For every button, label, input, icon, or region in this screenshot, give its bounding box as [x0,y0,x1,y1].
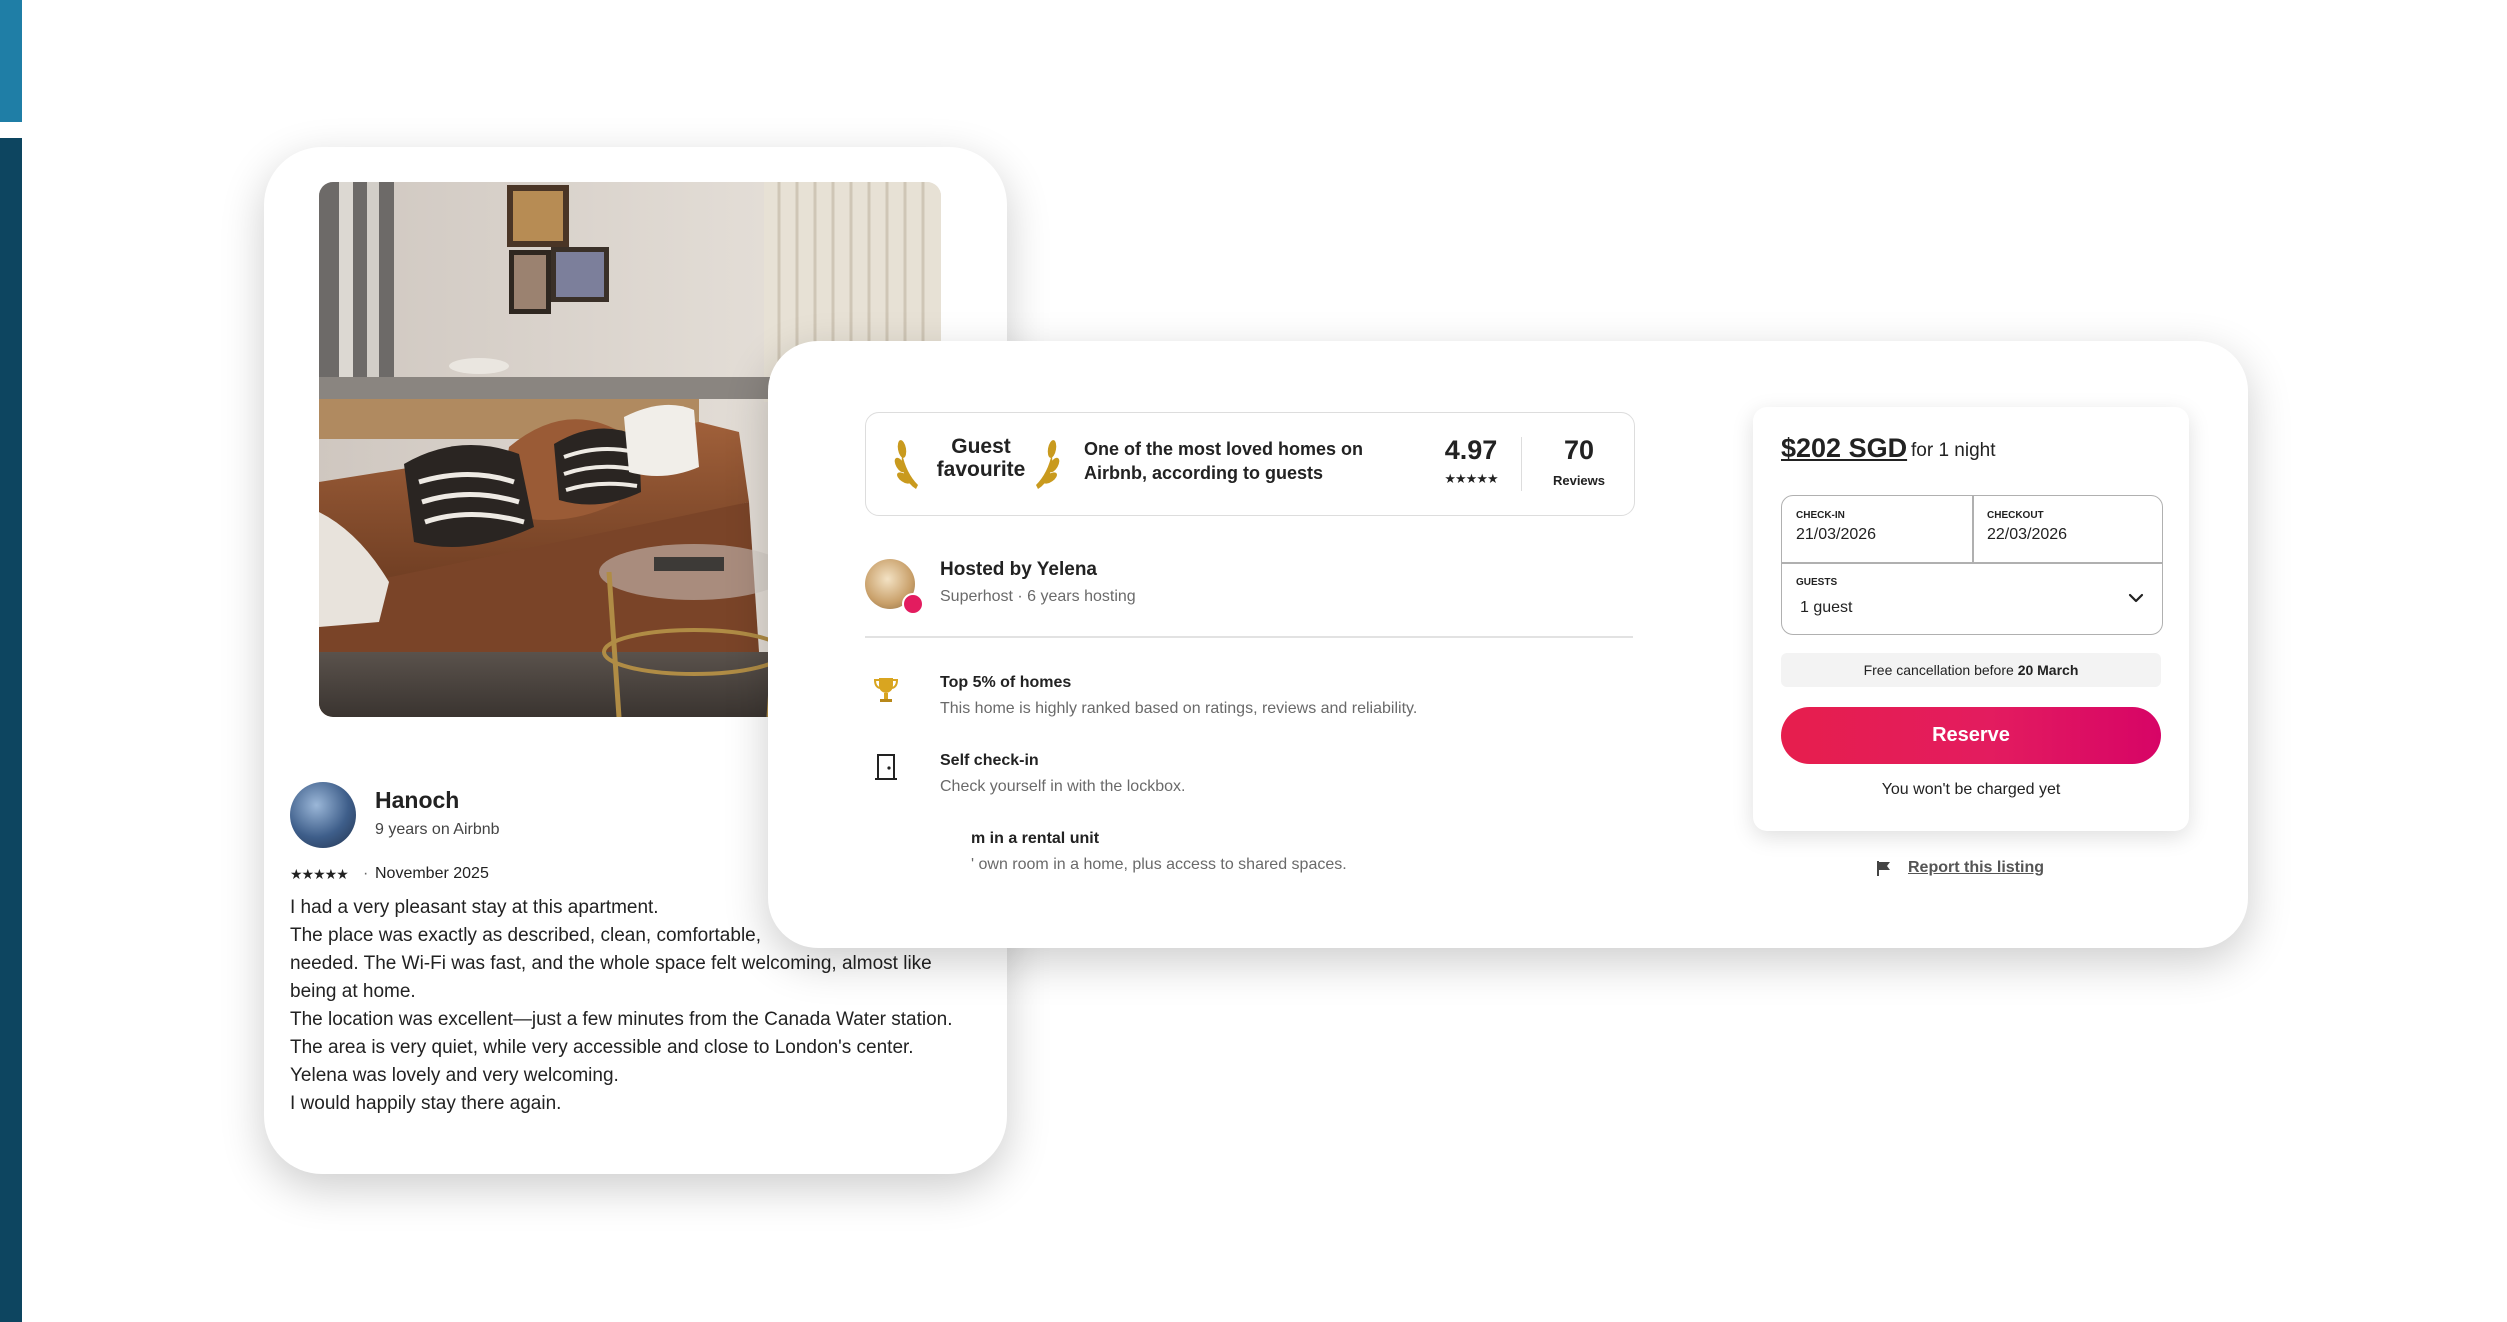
host-title: Hosted by Yelena [940,559,1097,580]
review-line: Yelena was lovely and very welcoming. [290,1065,619,1086]
rating-value: 4.97 [1444,435,1498,465]
rating-stars: ★★★★★ [1444,471,1498,486]
no-charge-note: You won't be charged yet [1881,781,2061,798]
checkin-label: CHECK-IN [1796,510,1845,521]
guest-favourite-banner[interactable]: Guest favourite One of the most loved ho… [865,412,1635,516]
checkin-field[interactable]: CHECK-IN 21/03/2026 [1782,496,1972,562]
host-subtitle: Superhost · 6 years hosting [940,588,1136,605]
review-line: being at home. [290,981,416,1002]
report-listing-link[interactable]: Report this listing [1908,859,2044,877]
review-separator: · [363,865,369,882]
trophy-icon [873,678,899,702]
free-cancellation-notice: Free cancellation before 20 March [1781,653,2161,687]
feature-title: m in a rental unit [971,830,1100,847]
feature-title: Top 5% of homes [940,674,1072,691]
guests-value: 1 guest [1800,599,1853,616]
flag-icon [1877,861,1890,876]
guest-favourite-description: One of the most loved homes on Airbnb, a… [1084,439,1364,483]
review-line: I would happily stay there again. [290,1093,562,1114]
review-count[interactable]: 70 [1536,435,1622,466]
price[interactable]: $202 SGD [1781,433,1907,464]
review-count-label[interactable]: Reviews [1536,473,1622,488]
price-period: for 1 night [1911,440,1996,461]
guests-field[interactable]: GUESTS 1 guest [1782,563,2162,634]
section-divider [865,636,1633,638]
review-line: needed. The Wi-Fi was fast, and the whol… [290,953,932,974]
listing-card: Guest favourite One of the most loved ho… [768,341,2248,948]
edge-bar [0,138,22,1322]
review-line: The location was excellent—just a few mi… [290,1009,953,1030]
reviewer-avatar[interactable] [290,782,356,848]
booking-widget: $202 SGD for 1 night CHECK-IN 21/03/2026… [1753,407,2189,831]
superhost-badge-icon [902,593,924,615]
review-line: The area is very quiet, while very acces… [290,1037,914,1058]
feature-description: Check yourself in with the lockbox. [940,778,1186,795]
laurel-right-icon [1036,440,1060,489]
review-date: November 2025 [375,865,489,882]
door-icon [875,754,897,780]
checkin-value: 21/03/2026 [1796,526,1877,543]
reviewer-name: Hanoch [375,787,460,813]
reviewer-tenure: 9 years on Airbnb [375,821,500,838]
guest-favourite-label: Guest favourite [936,435,1026,481]
checkout-label: CHECKOUT [1987,510,2044,521]
feature-description: ' own room in a home, plus access to sha… [971,856,1347,873]
banner-divider [1521,437,1522,491]
checkout-field[interactable]: CHECKOUT 22/03/2026 [1973,496,2162,562]
guests-label: GUESTS [1796,577,1838,588]
edge-bar-top [0,0,22,122]
feature-title: Self check-in [940,752,1039,769]
date-guest-picker: CHECK-IN 21/03/2026 CHECKOUT 22/03/2026 … [1781,495,2163,635]
chevron-down-icon[interactable] [2127,589,2145,607]
review-stars: ★★★★★ [290,866,349,882]
checkout-value: 22/03/2026 [1987,526,2068,543]
feature-description: This home is highly ranked based on rati… [940,700,1418,717]
reserve-button[interactable]: Reserve [1781,707,2161,764]
